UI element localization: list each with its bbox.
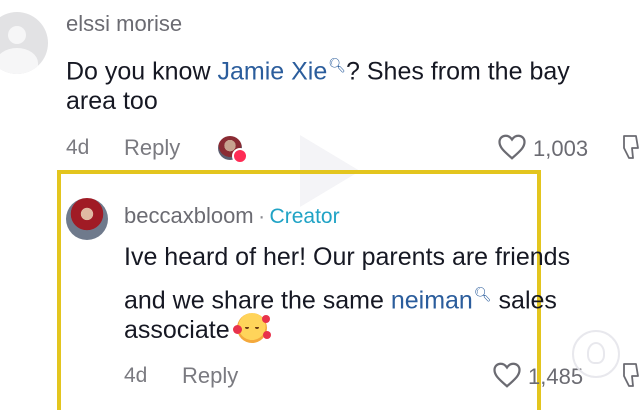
- comment-text: Do you know Jamie Xie🔍︎? Shes from the b…: [66, 48, 640, 88]
- comment-age: 4d: [66, 136, 90, 159]
- mention-link[interactable]: Jamie Xie: [217, 57, 327, 85]
- like-count: 1,003: [533, 136, 589, 161]
- reply-text-line: Ive heard of her! Our parents are friend…: [124, 243, 571, 271]
- comment-username[interactable]: elssi morise: [66, 11, 182, 37]
- search-icon[interactable]: 🔍︎: [328, 57, 346, 73]
- dislike-icon[interactable]: [620, 134, 640, 162]
- reply-text-line: associate: [124, 313, 271, 347]
- dislike-icon[interactable]: [620, 362, 640, 390]
- commenter-avatar[interactable]: [0, 12, 48, 74]
- smiling-face-with-hearts-emoji: [232, 313, 271, 343]
- heart-outline-icon[interactable]: [497, 133, 527, 161]
- reply-text-part: associate: [124, 316, 230, 344]
- creator-badge: Creator: [269, 205, 340, 228]
- watermark-icon: [572, 330, 620, 378]
- reply-text-line: and we share the same neiman🔍︎ sales: [124, 277, 557, 317]
- comment-text-part: Do you know: [66, 57, 218, 86]
- creator-avatar[interactable]: [66, 198, 108, 240]
- reply-username[interactable]: beccaxbloom: [124, 203, 254, 228]
- separator-dot: ·: [258, 205, 266, 228]
- creator-heart-badge-icon: [232, 148, 248, 164]
- reply-age: 4d: [124, 364, 148, 387]
- comment-text-line: area too: [66, 87, 158, 115]
- like-count: 1,485: [528, 364, 584, 389]
- heart-outline-icon[interactable]: [492, 361, 522, 389]
- search-icon[interactable]: 🔍︎: [474, 286, 492, 302]
- mention-link[interactable]: neiman: [391, 286, 473, 314]
- reply-text-part: sales: [491, 286, 557, 315]
- reply-text-part: and we share the same: [124, 286, 391, 315]
- comment-text-part: ? Shes from the bay: [346, 57, 570, 86]
- reply-button[interactable]: Reply: [182, 363, 238, 389]
- reply-header: beccaxbloom · Creator: [124, 203, 340, 229]
- reply-button[interactable]: Reply: [124, 135, 180, 161]
